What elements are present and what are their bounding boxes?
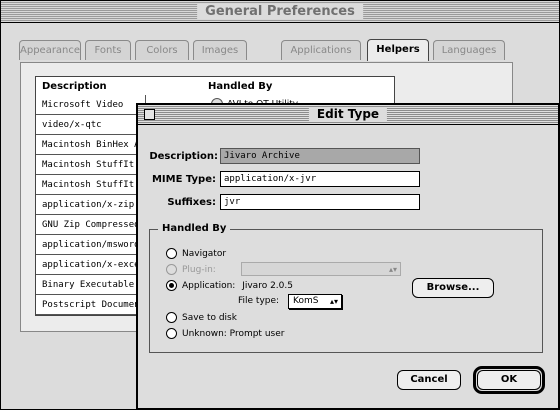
ok-button[interactable]: OK — [477, 370, 541, 390]
tab-appearance[interactable]: Appearance — [19, 40, 81, 60]
prefs-tabs: Appearance Fonts Colors Images Applicati… — [19, 39, 519, 62]
radio-button-icon[interactable] — [166, 312, 177, 323]
radio-save-to-disk-label: Save to disk — [182, 313, 237, 323]
radio-plugin: Plug-in: — [166, 264, 216, 275]
list-item[interactable]: application/x-excel — [36, 255, 146, 275]
tab-colors[interactable]: Colors — [135, 40, 189, 60]
handled-by-title: Handled By — [158, 223, 231, 234]
popup-arrows-icon: ▴▾ — [388, 265, 397, 274]
list-item[interactable]: Microsoft Video — [36, 95, 146, 115]
tab-applications[interactable]: Applications — [281, 40, 361, 60]
list-item[interactable]: GNU Zip Compressed — [36, 215, 146, 235]
radio-application[interactable]: Application: Jivaro 2.0.5 — [166, 280, 293, 291]
dialog-title: Edit Type — [308, 107, 388, 121]
radio-save-to-disk[interactable]: Save to disk — [166, 312, 237, 323]
list-item[interactable]: Binary Executable — [36, 275, 146, 295]
handled-by-group: Handled By Navigator Plug-in: ▴▾ Applica… — [149, 223, 543, 353]
mime-type-field[interactable]: application/x-jvr — [220, 171, 420, 187]
radio-button-icon[interactable] — [166, 328, 177, 339]
file-type-value: KomS — [293, 296, 319, 306]
tab-fonts[interactable]: Fonts — [85, 40, 131, 60]
list-item[interactable]: Macintosh BinHex Ar — [36, 135, 146, 155]
tab-helpers[interactable]: Helpers — [367, 39, 429, 61]
radio-unknown[interactable]: Unknown: Prompt user — [166, 328, 284, 339]
prefs-titlebar[interactable]: General Preferences — [1, 1, 559, 23]
list-item[interactable]: application/msword — [36, 235, 146, 255]
plugin-popup-menu: ▴▾ — [241, 262, 401, 276]
radio-button-selected-icon[interactable] — [166, 280, 177, 291]
prefs-window-title: General Preferences — [197, 4, 363, 19]
radio-application-label: Application: — [182, 281, 236, 291]
list-item[interactable]: video/x-qtc — [36, 115, 146, 135]
file-type-label: File type: — [238, 296, 280, 306]
radio-navigator[interactable]: Navigator — [166, 248, 226, 259]
list-item[interactable]: Postscript Document — [36, 295, 146, 315]
list-item[interactable]: Macintosh StuffIt Ar — [36, 175, 146, 195]
column-header-description[interactable]: Description — [42, 81, 107, 92]
radio-navigator-label: Navigator — [182, 249, 227, 259]
edit-type-dialog: Edit Type Description: Jivaro Archive MI… — [136, 103, 560, 410]
suffixes-field[interactable]: jvr — [220, 194, 420, 210]
radio-button-icon[interactable] — [166, 248, 177, 259]
application-name: Jivaro 2.0.5 — [242, 281, 293, 291]
radio-plugin-label: Plug-in: — [182, 265, 216, 275]
browse-button[interactable]: Browse... — [412, 278, 494, 298]
close-box-icon[interactable] — [144, 109, 155, 120]
radio-unknown-label: Unknown: Prompt user — [182, 329, 285, 339]
file-type-popup[interactable]: KomS ▴▾ — [288, 294, 342, 309]
suffixes-label: Suffixes: — [167, 197, 216, 208]
list-item[interactable]: application/x-zip — [36, 195, 146, 215]
tab-images[interactable]: Images — [193, 40, 247, 60]
cancel-button[interactable]: Cancel — [397, 370, 461, 390]
mime-type-label: MIME Type: — [151, 174, 216, 185]
radio-button-icon — [166, 264, 177, 275]
description-field: Jivaro Archive — [220, 148, 420, 164]
tab-languages[interactable]: Languages — [433, 40, 505, 60]
popup-arrows-icon: ▴▾ — [329, 297, 338, 306]
description-label: Description: — [149, 151, 218, 162]
list-item[interactable]: Macintosh StuffIt Ar — [36, 155, 146, 175]
column-header-handled-by[interactable]: Handled By — [208, 81, 272, 92]
dialog-titlebar[interactable]: Edit Type — [138, 105, 558, 125]
